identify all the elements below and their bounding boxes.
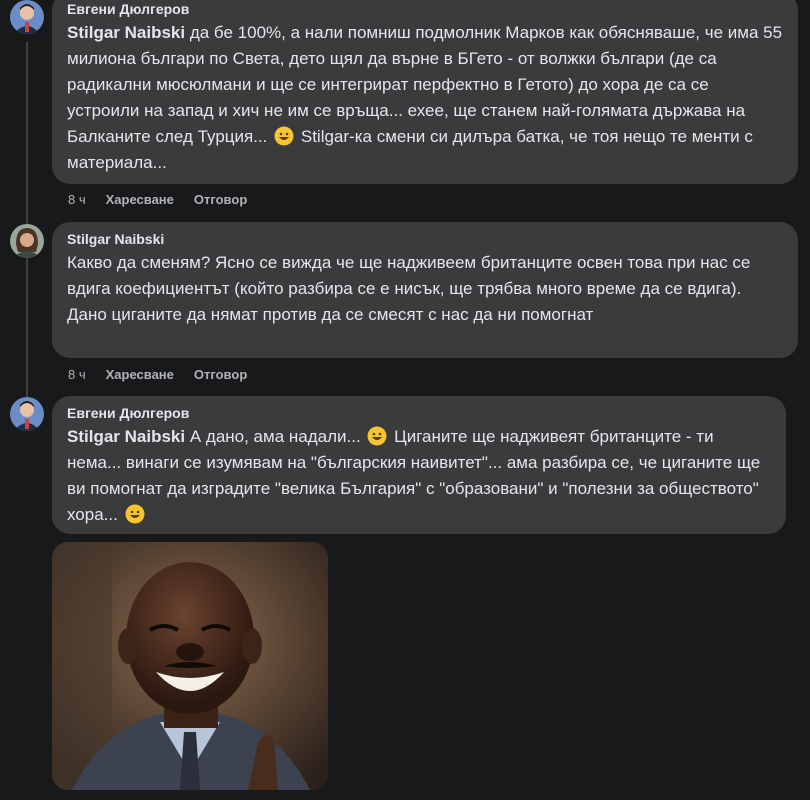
comment-text: Stilgar Naibski А дано, ама надали... Ци… — [67, 424, 772, 528]
reply-button[interactable]: Отговор — [194, 192, 247, 208]
reply-button[interactable]: Отговор — [194, 367, 247, 383]
comment-author[interactable]: Stilgar Naibski — [67, 230, 784, 248]
comment-gif-attachment[interactable] — [52, 542, 328, 790]
comment-actions: 8 ч Харесване Отговор — [68, 367, 247, 383]
grinning-emoji-icon — [125, 504, 145, 524]
comment-actions: 8 ч Харесване Отговор — [68, 192, 247, 208]
comment-text: Stilgar Naibski да бе 100%, а нали помни… — [67, 20, 784, 176]
comment-time[interactable]: 8 ч — [68, 192, 86, 208]
grinning-emoji-icon — [274, 126, 294, 146]
mention-link[interactable]: Stilgar Naibski — [67, 23, 185, 42]
like-button[interactable]: Харесване — [106, 367, 174, 383]
grinning-emoji-icon — [367, 426, 387, 446]
avatar-stilgar[interactable] — [10, 224, 44, 258]
avatar-evgeni[interactable] — [10, 0, 44, 34]
comment-text: Какво да сменям? Ясно се вижда че ще над… — [67, 253, 751, 324]
avatar-evgeni[interactable] — [10, 397, 44, 431]
comment-time[interactable]: 8 ч — [68, 367, 86, 383]
comment-bubble: Евгени Дюлгеров Stilgar Naibski да бе 10… — [52, 0, 798, 184]
laughing-man-gif-image — [52, 542, 328, 790]
comment-bubble: Stilgar Naibski Какво да сменям? Ясно се… — [52, 222, 798, 358]
comment-text-body: А дано, ама надали... — [185, 427, 361, 446]
comment-bubble: Евгени Дюлгеров Stilgar Naibski А дано, … — [52, 396, 786, 534]
mention-link[interactable]: Stilgar Naibski — [67, 427, 185, 446]
like-button[interactable]: Харесване — [106, 192, 174, 208]
comment-author[interactable]: Евгени Дюлгеров — [67, 404, 772, 422]
comment-author[interactable]: Евгени Дюлгеров — [67, 0, 784, 18]
